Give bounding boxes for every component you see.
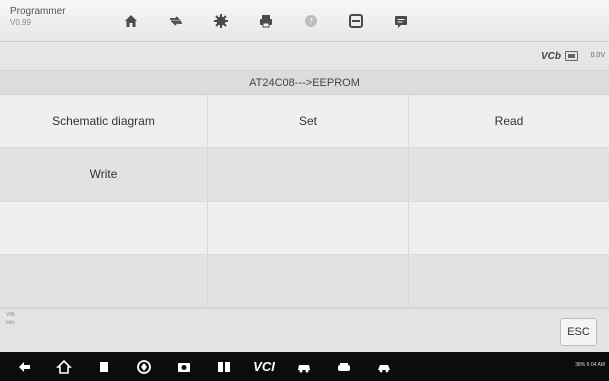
empty-cell <box>409 201 609 255</box>
recent-apps-icon <box>100 361 108 372</box>
home-icon <box>56 359 72 374</box>
android-nav-bar: VCI 38% 6:04 AM <box>0 352 609 381</box>
app-info: Programmer V0.99 <box>0 0 98 41</box>
top-toolbar: Programmer V0.99 ? <box>0 0 609 42</box>
set-button[interactable]: Set <box>208 95 409 149</box>
empty-cell <box>208 254 409 308</box>
back-icon <box>19 361 30 372</box>
multitask-icon <box>218 361 230 372</box>
message-icon <box>394 16 407 28</box>
home-button[interactable] <box>108 0 153 42</box>
screenshot-button[interactable] <box>164 352 204 381</box>
home-icon <box>124 15 137 27</box>
settings-button[interactable] <box>198 0 243 42</box>
car-button[interactable] <box>324 352 364 381</box>
save-icon <box>348 14 363 28</box>
message-button[interactable] <box>378 0 423 42</box>
save-button[interactable] <box>333 0 378 42</box>
vci-status-label: VCb <box>541 51 561 62</box>
page-title: AT24C08--->EEPROM <box>0 71 609 95</box>
voltage-readout: 0.0V <box>590 52 605 59</box>
schematic-diagram-button[interactable]: Schematic diagram <box>0 95 208 149</box>
vehicle-swap-icon <box>169 16 182 26</box>
car-icon <box>338 362 350 371</box>
battery-icon <box>565 51 578 61</box>
vehicle-service-icon <box>298 364 310 372</box>
system-status: 38% 6:04 AM <box>575 362 605 368</box>
camera-icon <box>178 362 190 372</box>
vci-nav-button[interactable]: VCI <box>244 352 284 381</box>
esc-button[interactable]: ESC <box>560 318 597 346</box>
write-button[interactable]: Write <box>0 148 208 202</box>
info-label: Info: <box>6 320 16 326</box>
back-button[interactable] <box>4 352 44 381</box>
status-strip: VCb 0.0V <box>0 43 609 71</box>
empty-cell <box>208 201 409 255</box>
autel-logo-icon <box>137 359 151 374</box>
empty-cell <box>409 148 609 202</box>
help-button[interactable]: ? <box>288 0 333 42</box>
empty-cell <box>208 148 409 202</box>
vehicle-swap-button[interactable] <box>153 0 198 42</box>
info-bar: VIN: Info: ESC <box>0 308 609 352</box>
settings-icon <box>213 14 228 28</box>
vci-nav-label: VCI <box>253 359 275 374</box>
help-icon: ? <box>304 15 317 27</box>
home-nav-button[interactable] <box>44 352 84 381</box>
vehicle-service-button[interactable] <box>284 352 324 381</box>
app-version: V0.99 <box>10 17 31 27</box>
print-icon <box>259 15 272 28</box>
app-title: Programmer <box>10 6 66 17</box>
function-grid: Schematic diagram Set Read Write <box>0 95 609 308</box>
autel-app-button[interactable] <box>124 352 164 381</box>
empty-cell <box>0 254 208 308</box>
print-button[interactable] <box>243 0 288 42</box>
empty-cell <box>409 254 609 308</box>
car-repair-button[interactable] <box>364 352 404 381</box>
vin-label: VIN: <box>6 312 16 318</box>
car-repair-icon <box>378 364 390 372</box>
svg-text:?: ? <box>308 17 312 26</box>
empty-cell <box>0 201 208 255</box>
read-button[interactable]: Read <box>409 95 609 149</box>
recent-apps-button[interactable] <box>84 352 124 381</box>
multitask-button[interactable] <box>204 352 244 381</box>
